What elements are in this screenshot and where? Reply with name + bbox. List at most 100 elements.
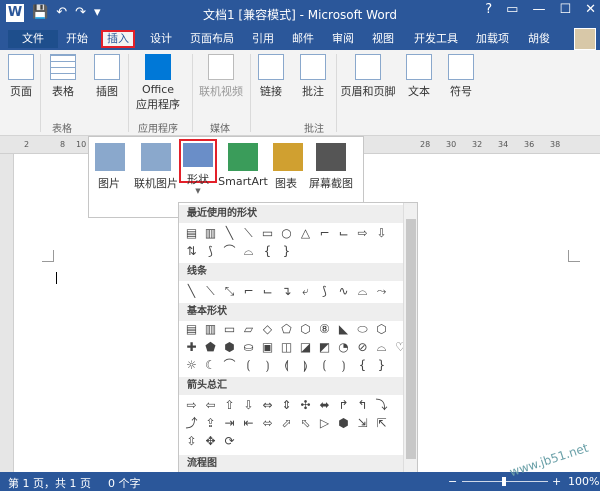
word-count[interactable]: 0 个字: [108, 475, 141, 491]
zoom-out-button[interactable]: −: [448, 475, 457, 488]
shape-option-icon[interactable]: ⇳: [183, 433, 200, 450]
shape-option-icon[interactable]: ⌐: [240, 283, 257, 300]
shape-option-icon[interactable]: ◇: [259, 321, 276, 338]
zoom-in-button[interactable]: +: [552, 475, 561, 488]
shape-option-icon[interactable]: ⇔: [259, 397, 276, 414]
shape-option-icon[interactable]: ⤡: [221, 283, 238, 300]
shape-option-icon[interactable]: △: [297, 225, 314, 242]
shape-option-icon[interactable]: ⇪: [202, 415, 219, 432]
shape-option-icon[interactable]: ⌙: [335, 225, 352, 242]
shape-option-icon[interactable]: ☼: [183, 357, 200, 374]
maximize-icon[interactable]: ☐: [559, 2, 571, 17]
tab-review[interactable]: 审阅: [328, 30, 358, 48]
tab-view[interactable]: 视图: [368, 30, 398, 48]
shape-option-icon[interactable]: ⟯: [259, 357, 276, 374]
zoom-slider-knob[interactable]: [502, 477, 506, 486]
shape-option-icon[interactable]: ∿: [335, 283, 352, 300]
shape-option-icon[interactable]: ⬌: [316, 397, 333, 414]
shape-option-icon[interactable]: ▥: [202, 321, 219, 338]
shape-option-icon[interactable]: ⟆: [316, 283, 333, 300]
shape-option-icon[interactable]: ⇩: [373, 225, 390, 242]
shape-option-icon[interactable]: ⬄: [259, 415, 276, 432]
shape-option-icon[interactable]: ⇲: [354, 415, 371, 432]
shape-option-icon[interactable]: ▭: [259, 225, 276, 242]
shape-option-icon[interactable]: ⟮: [316, 357, 333, 374]
tab-references[interactable]: 引用: [248, 30, 278, 48]
shape-option-icon[interactable]: ⇕: [278, 397, 295, 414]
shape-option-icon[interactable]: ⟍: [202, 283, 219, 300]
tab-home[interactable]: 开始: [62, 30, 92, 48]
links-button[interactable]: 链接: [256, 54, 286, 99]
shape-option-icon[interactable]: ⌒: [221, 357, 238, 374]
shape-option-icon[interactable]: ◔: [335, 339, 352, 356]
shape-option-icon[interactable]: ⤶: [297, 283, 314, 300]
shape-option-icon[interactable]: {: [259, 243, 276, 260]
text-button[interactable]: 文本: [404, 54, 434, 99]
shape-option-icon[interactable]: ▭: [221, 321, 238, 338]
shape-option-icon[interactable]: ⌐: [316, 225, 333, 242]
shape-option-icon[interactable]: ✚: [183, 339, 200, 356]
shape-option-icon[interactable]: ⬟: [202, 339, 219, 356]
shape-option-icon[interactable]: ⬠: [278, 321, 295, 338]
table-button[interactable]: 表格: [46, 54, 80, 99]
shape-option-icon[interactable]: ▱: [240, 321, 257, 338]
shape-option-icon[interactable]: ✣: [297, 397, 314, 414]
shape-option-icon[interactable]: }: [278, 243, 295, 260]
shape-option-icon[interactable]: ⬡: [373, 321, 390, 338]
shape-option-icon[interactable]: ╲: [221, 225, 238, 242]
tab-mailings[interactable]: 邮件: [288, 30, 318, 48]
shape-option-icon[interactable]: ⬁: [297, 415, 314, 432]
shape-option-icon[interactable]: ⇦: [202, 397, 219, 414]
online-video-button[interactable]: 联机视频: [196, 54, 246, 99]
shape-option-icon[interactable]: ⟯: [335, 357, 352, 374]
shape-option-icon[interactable]: ⟍: [240, 225, 257, 242]
shape-option-icon[interactable]: ○: [278, 225, 295, 242]
shape-option-icon[interactable]: ⟭: [297, 357, 314, 374]
shape-option-icon[interactable]: ✥: [202, 433, 219, 450]
gallery-scrollbar[interactable]: [403, 203, 417, 473]
shape-option-icon[interactable]: ⇨: [183, 397, 200, 414]
tab-insert[interactable]: 插入: [101, 30, 135, 48]
tab-layout[interactable]: 页面布局: [186, 30, 238, 48]
shape-option-icon[interactable]: ⟮: [240, 357, 257, 374]
shape-option-icon[interactable]: ▷: [316, 415, 333, 432]
tab-developer[interactable]: 开发工具: [410, 30, 462, 48]
shape-option-icon[interactable]: ▤: [183, 225, 200, 242]
shapes-dropdown-caret[interactable]: ▼: [191, 183, 205, 196]
shape-option-icon[interactable]: }: [373, 357, 390, 374]
shape-option-icon[interactable]: ⤴: [183, 415, 200, 432]
shape-option-icon[interactable]: ◣: [335, 321, 352, 338]
close-icon[interactable]: ✕: [585, 2, 596, 17]
shape-option-icon[interactable]: ⇧: [221, 397, 238, 414]
tab-addins[interactable]: 加载项: [472, 30, 513, 48]
shape-option-icon[interactable]: ⑧: [316, 321, 333, 338]
shape-option-icon[interactable]: ⟬: [278, 357, 295, 374]
picture-button[interactable]: 图片: [95, 143, 125, 191]
shape-option-icon[interactable]: ⬀: [278, 415, 295, 432]
shape-option-icon[interactable]: ▥: [202, 225, 219, 242]
shape-option-icon[interactable]: ⤵: [373, 397, 390, 414]
shape-option-icon[interactable]: ⊘: [354, 339, 371, 356]
shape-option-icon[interactable]: ⌓: [240, 243, 257, 260]
shape-option-icon[interactable]: ⌒: [221, 243, 238, 260]
ribbon-display-icon[interactable]: ▭: [506, 2, 518, 17]
shape-option-icon[interactable]: ⟳: [221, 433, 238, 450]
online-picture-button[interactable]: 联机图片: [131, 143, 181, 191]
shape-option-icon[interactable]: ▤: [183, 321, 200, 338]
shape-option-icon[interactable]: ⇱: [373, 415, 390, 432]
header-footer-button[interactable]: 页眉和页脚: [340, 54, 396, 99]
shape-option-icon[interactable]: ⤳: [373, 283, 390, 300]
shape-option-icon[interactable]: ╲: [183, 283, 200, 300]
shape-option-icon[interactable]: ⇅: [183, 243, 200, 260]
user-name[interactable]: 胡俊: [524, 30, 554, 48]
shape-option-icon[interactable]: ⌓: [373, 339, 390, 356]
chart-button[interactable]: 图表: [273, 143, 303, 191]
shape-option-icon[interactable]: ↴: [278, 283, 295, 300]
tab-design[interactable]: 设计: [146, 30, 176, 48]
shape-option-icon[interactable]: ⬢: [221, 339, 238, 356]
screenshot-button[interactable]: 屏幕截图: [305, 143, 357, 191]
shape-option-icon[interactable]: ⬡: [297, 321, 314, 338]
avatar[interactable]: [574, 28, 596, 50]
smartart-button[interactable]: SmartArt: [217, 143, 269, 188]
illustrations-button[interactable]: 插图: [90, 54, 124, 99]
